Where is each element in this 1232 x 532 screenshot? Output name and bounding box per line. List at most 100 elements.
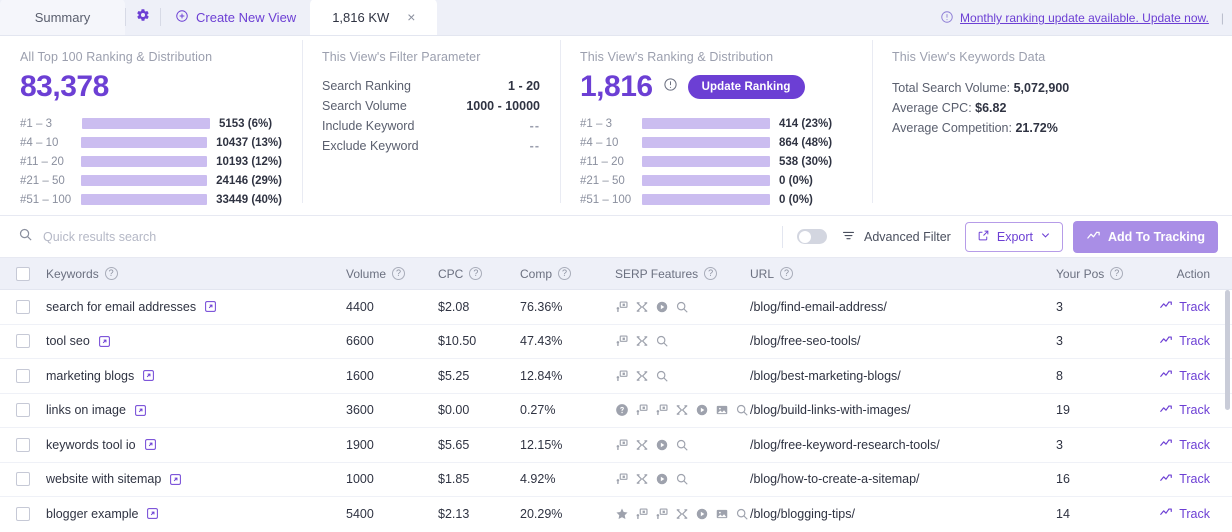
shuffle-icon[interactable]	[635, 334, 649, 348]
distribution-bar	[82, 118, 210, 129]
search-icon	[18, 227, 33, 247]
table-row[interactable]: blogger example 5400 $2.13 20.29% /blog/blog…	[0, 497, 1232, 531]
panel-filter-title: This View's Filter Parameter	[322, 50, 481, 64]
export-button[interactable]: Export	[964, 221, 1063, 252]
track-button[interactable]: Track	[1159, 367, 1210, 384]
search-icon[interactable]	[655, 334, 669, 348]
video-play-icon[interactable]	[655, 300, 669, 314]
table-row[interactable]: marketing blogs 1600 $5.25 12.84% /blog/best…	[0, 359, 1232, 394]
track-button[interactable]: Track	[1159, 333, 1210, 350]
search-icon[interactable]	[675, 300, 689, 314]
help-icon[interactable]: ?	[558, 267, 572, 280]
help-icon[interactable]: ?	[469, 267, 483, 280]
search-input[interactable]	[43, 229, 423, 244]
external-link-icon[interactable]	[142, 369, 155, 382]
star-icon[interactable]	[615, 507, 629, 521]
column-volume[interactable]: Volume ?	[346, 267, 438, 281]
help-icon[interactable]: ?	[780, 267, 794, 280]
video-play-icon[interactable]	[695, 403, 709, 417]
ads-flag-icon[interactable]	[635, 403, 649, 417]
row-checkbox[interactable]	[16, 403, 30, 418]
search-icon[interactable]	[735, 507, 749, 521]
select-all-checkbox[interactable]	[16, 266, 30, 281]
ads-flag-icon[interactable]	[615, 438, 629, 452]
video-play-icon[interactable]	[655, 472, 669, 486]
column-keywords[interactable]: Keywords ?	[46, 267, 346, 281]
add-to-tracking-button[interactable]: Add To Tracking	[1073, 220, 1218, 253]
cell-keyword: blogger example	[46, 507, 346, 521]
help-icon[interactable]: ?	[704, 267, 718, 280]
results-toggle[interactable]	[797, 229, 827, 244]
track-label: Track	[1179, 506, 1210, 521]
cell-your-pos: 3	[1056, 299, 1063, 314]
tab-summary[interactable]: Summary	[0, 0, 125, 35]
keywords-data-line: Average Competition: 21.72%	[892, 118, 1212, 138]
search-icon[interactable]	[735, 403, 749, 417]
track-button[interactable]: Track	[1159, 505, 1210, 522]
table-row[interactable]: search for email addresses 4400 $2.08 76.36…	[0, 290, 1232, 325]
column-cpc[interactable]: CPC ?	[438, 267, 520, 281]
vertical-scrollbar[interactable]	[1225, 290, 1230, 410]
shuffle-icon[interactable]	[635, 369, 649, 383]
external-link-icon[interactable]	[146, 507, 159, 520]
video-play-icon[interactable]	[695, 507, 709, 521]
shuffle-icon[interactable]	[635, 472, 649, 486]
table-row[interactable]: keywords tool io 1900 $5.65 12.15% /blog/fre…	[0, 428, 1232, 463]
track-button[interactable]: Track	[1159, 298, 1210, 315]
row-checkbox[interactable]	[16, 299, 30, 314]
search-icon[interactable]	[675, 472, 689, 486]
external-link-icon[interactable]	[98, 335, 111, 348]
track-button[interactable]: Track	[1159, 402, 1210, 419]
table-row[interactable]: tool seo 6600 $10.50 47.43% /blog/free-seo-t…	[0, 324, 1232, 359]
shuffle-icon[interactable]	[675, 507, 689, 521]
column-comp[interactable]: Comp ?	[520, 267, 615, 281]
search-icon[interactable]	[655, 369, 669, 383]
shuffle-icon[interactable]	[675, 403, 689, 417]
row-checkbox[interactable]	[16, 437, 30, 452]
row-checkbox[interactable]	[16, 506, 30, 521]
row-checkbox[interactable]	[16, 472, 30, 487]
row-checkbox[interactable]	[16, 368, 30, 383]
image-icon[interactable]	[715, 403, 729, 417]
ads-flag-icon[interactable]	[615, 300, 629, 314]
ads-flag-icon[interactable]	[635, 507, 649, 521]
toolbar-divider	[782, 225, 783, 248]
ads-flag-icon[interactable]	[615, 369, 629, 383]
image-icon[interactable]	[715, 507, 729, 521]
trend-up-icon	[1159, 298, 1173, 315]
table-row[interactable]: website with sitemap 1000 $1.85 4.92% /blog/…	[0, 462, 1232, 497]
tab-1816-kw[interactable]: 1,816 KW ×	[310, 0, 438, 35]
advanced-filter-button[interactable]: Advanced Filter	[841, 228, 951, 246]
external-link-icon[interactable]	[144, 438, 157, 451]
ads-flag-icon[interactable]	[615, 472, 629, 486]
shuffle-icon[interactable]	[635, 300, 649, 314]
question-circle-icon[interactable]	[615, 403, 629, 417]
create-new-view-button[interactable]: Create New View	[161, 0, 310, 35]
track-button[interactable]: Track	[1159, 436, 1210, 453]
external-link-icon[interactable]	[169, 473, 182, 486]
help-icon[interactable]: ?	[392, 267, 406, 280]
panel-filter-parameter: This View's Filter Parameter Search Rank…	[302, 36, 560, 215]
external-link-icon[interactable]	[204, 300, 217, 313]
column-url[interactable]: URL ?	[750, 267, 1056, 281]
row-checkbox[interactable]	[16, 334, 30, 349]
ads-flag-icon[interactable]	[655, 507, 669, 521]
column-your-pos[interactable]: Your Pos ?	[1056, 267, 1159, 281]
search-icon[interactable]	[675, 438, 689, 452]
track-button[interactable]: Track	[1159, 471, 1210, 488]
help-icon[interactable]: ?	[104, 267, 118, 280]
external-link-icon[interactable]	[134, 404, 147, 417]
ads-flag-icon[interactable]	[615, 334, 629, 348]
column-serp-features[interactable]: SERP Features ?	[615, 267, 750, 281]
filter-row: Search Volume 1000 - 10000	[322, 96, 540, 116]
update-ranking-button[interactable]: Update Ranking	[687, 75, 805, 100]
close-icon[interactable]: ×	[407, 10, 415, 24]
view-settings-button[interactable]	[126, 0, 160, 35]
video-play-icon[interactable]	[655, 438, 669, 452]
update-notice-link[interactable]: Monthly ranking update available. Update…	[960, 11, 1209, 25]
ads-flag-icon[interactable]	[655, 403, 669, 417]
shuffle-icon[interactable]	[635, 438, 649, 452]
info-circle-icon[interactable]	[663, 77, 678, 97]
table-row[interactable]: links on image 3600 $0.00 0.27% /blog/build-…	[0, 393, 1232, 428]
help-icon[interactable]: ?	[1110, 267, 1124, 280]
